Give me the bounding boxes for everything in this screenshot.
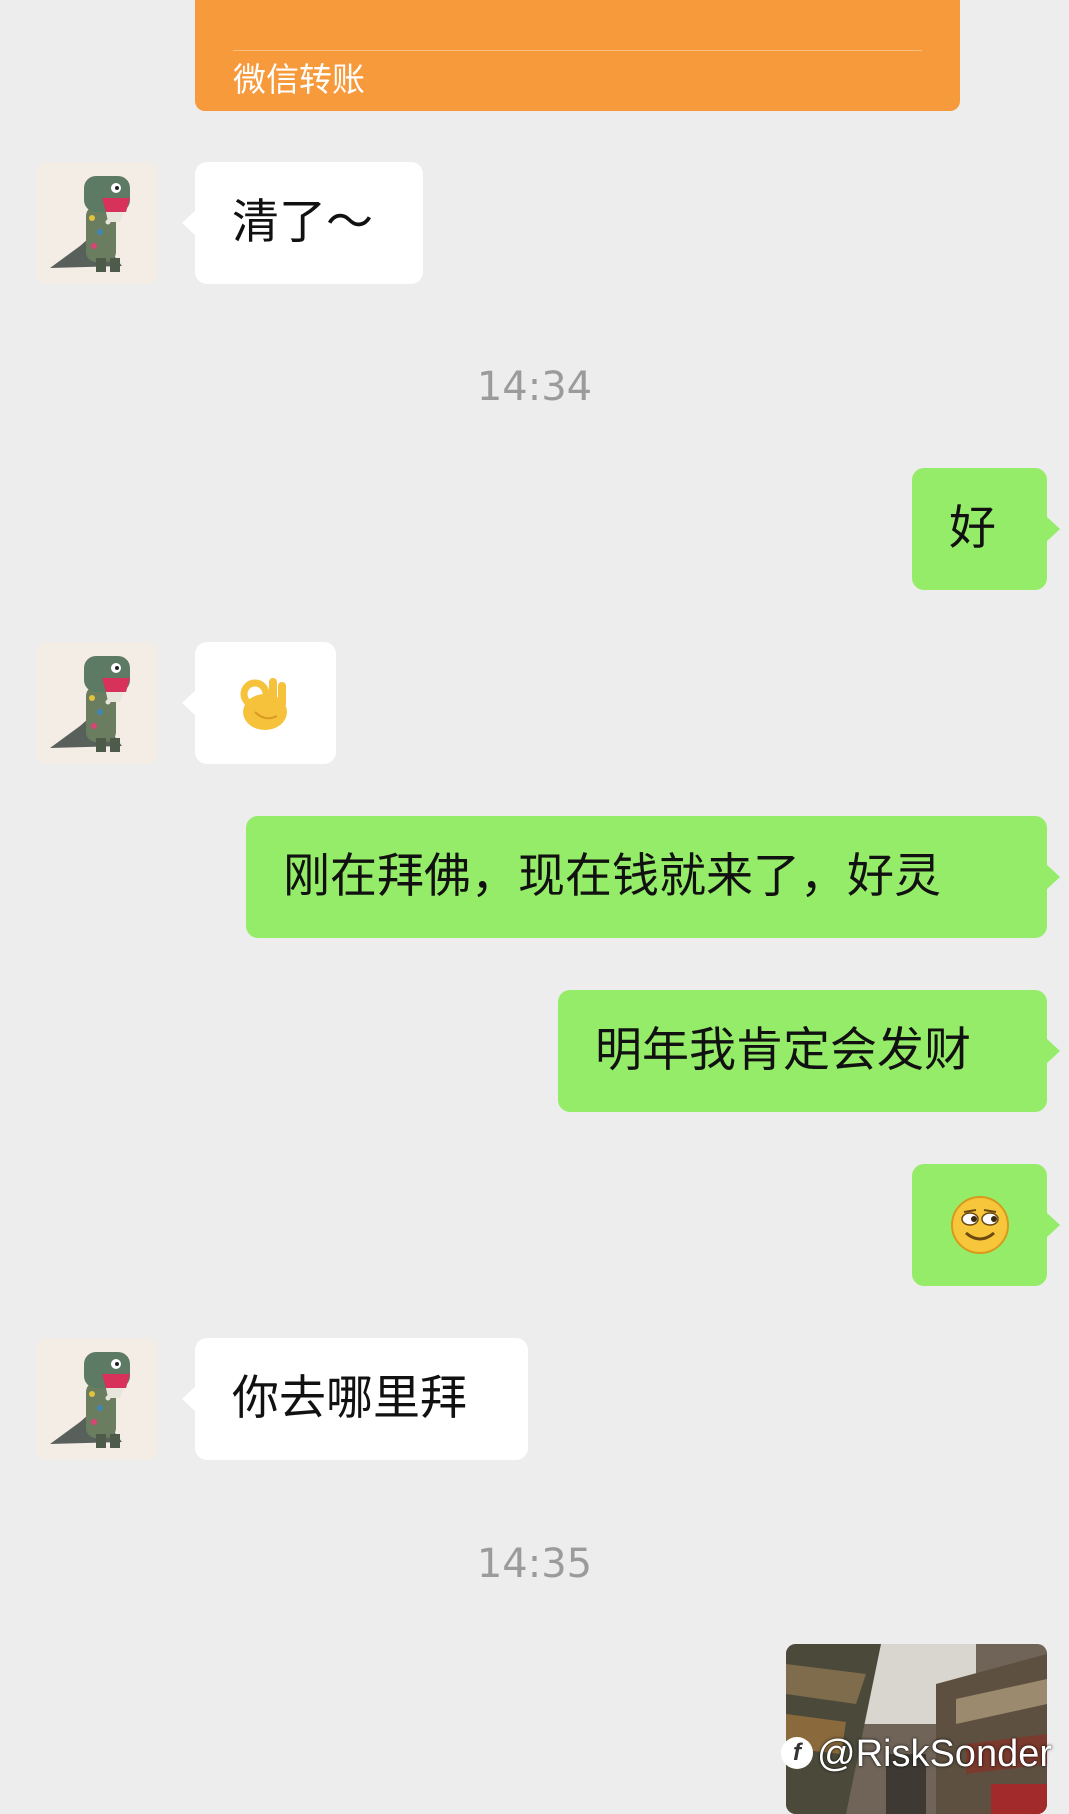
- contact-avatar[interactable]: [36, 1338, 158, 1460]
- transfer-card[interactable]: 微信转账: [195, 0, 960, 111]
- message-text: 好: [949, 501, 996, 556]
- timestamp: 14:34: [476, 364, 593, 410]
- outgoing-message-bubble[interactable]: 刚在拜佛，现在钱就来了，好灵: [246, 816, 1060, 938]
- watermark: f @RiskSonder: [781, 1728, 1052, 1780]
- message-text: 清了～: [232, 195, 373, 250]
- dinosaur-avatar-icon: [36, 162, 158, 284]
- message-text: 你去哪里拜: [232, 1371, 467, 1426]
- watermark-text: @RiskSonder: [817, 1733, 1052, 1775]
- contact-avatar[interactable]: [36, 162, 158, 284]
- timestamp: 14:35: [476, 1541, 593, 1587]
- ok-hand-emoji-icon: [240, 678, 287, 730]
- incoming-message-bubble[interactable]: 你去哪里拜: [182, 1338, 528, 1460]
- dinosaur-avatar-icon: [36, 1338, 158, 1460]
- contact-avatar[interactable]: [36, 642, 158, 764]
- incoming-message-bubble[interactable]: [182, 642, 336, 764]
- transfer-label: 微信转账: [233, 60, 365, 99]
- message-text: 明年我肯定会发财: [595, 1023, 971, 1078]
- app-logo-icon: f: [781, 1736, 813, 1769]
- transfer-divider: [233, 50, 922, 51]
- outgoing-message-bubble[interactable]: [912, 1164, 1060, 1286]
- outgoing-message-bubble[interactable]: 明年我肯定会发财: [558, 990, 1060, 1112]
- smirk-emoji-icon: [951, 1196, 1009, 1254]
- message-text: 刚在拜佛，现在钱就来了，好灵: [283, 849, 941, 904]
- outgoing-message-bubble[interactable]: 好: [912, 468, 1060, 590]
- dinosaur-avatar-icon: [36, 642, 158, 764]
- incoming-message-bubble[interactable]: 清了～: [182, 162, 423, 284]
